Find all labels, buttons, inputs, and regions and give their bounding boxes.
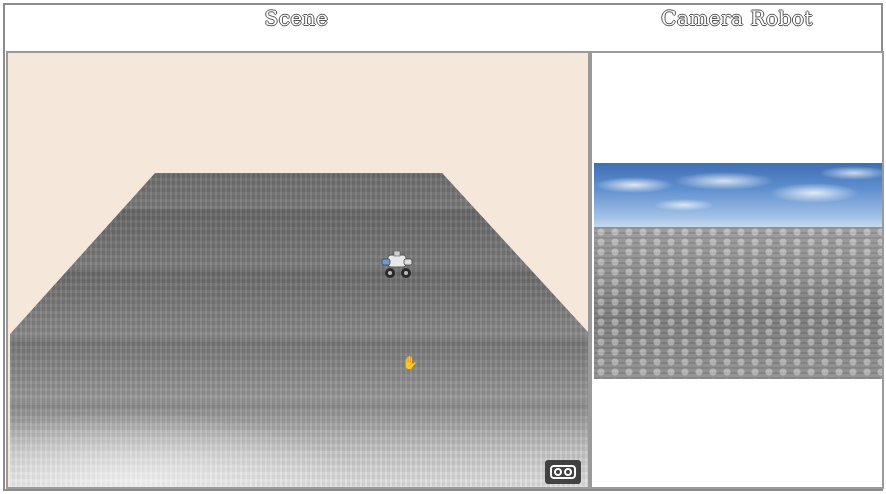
vr-toggle-button[interactable] bbox=[545, 460, 581, 484]
scene-title: Scene bbox=[264, 6, 329, 30]
camera-sky bbox=[594, 163, 882, 227]
robot-model[interactable] bbox=[378, 249, 416, 281]
floor-plane bbox=[10, 173, 588, 487]
camera-robot-title: Camera Robot bbox=[661, 6, 813, 30]
scene-viewport[interactable]: ✋ bbox=[6, 51, 590, 489]
camera-robot-viewport[interactable] bbox=[590, 51, 884, 489]
hand-cursor-icon: ✋ bbox=[402, 356, 419, 371]
camera-floor bbox=[594, 227, 882, 379]
vr-headset-icon bbox=[550, 465, 576, 479]
robot-camera-feed bbox=[594, 163, 882, 379]
